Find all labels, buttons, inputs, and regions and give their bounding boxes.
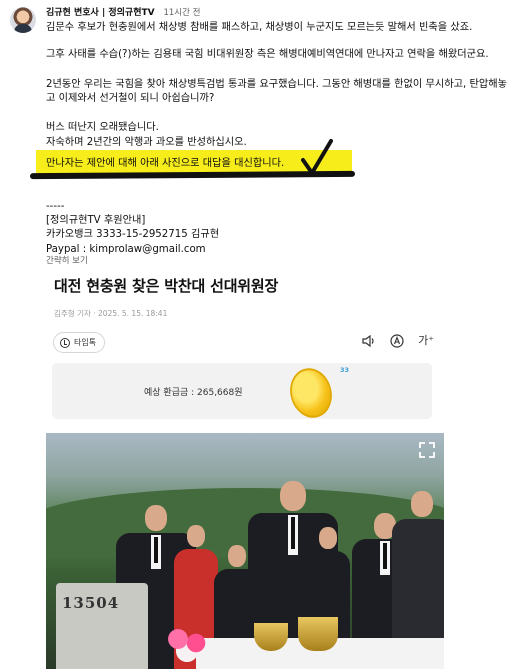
post-meta: 김규현 변호사 | 정의규현TV 11시간 전 <box>46 5 200 18</box>
bank-account: 카카오뱅크 3333-15-2952715 김규현 <box>46 229 220 240</box>
expand-icon[interactable] <box>418 441 436 459</box>
timeline-talk-button[interactable]: 타임톡 <box>53 332 106 353</box>
clock-icon <box>60 337 70 348</box>
refund-banner[interactable]: 예상 환급금 : 265,668원 33 <box>52 363 432 423</box>
speaker-icon[interactable] <box>362 335 376 347</box>
checkmark-icon <box>301 139 333 175</box>
coin-icon <box>284 363 338 423</box>
author-name[interactable]: 김규현 변호사 | 정의규현TV <box>46 8 155 18</box>
article-title: 대전 현충원 찾은 박찬대 선대위원장 <box>54 277 279 295</box>
article-toolbar: 가⁺ <box>362 334 434 348</box>
post-line-6: 자숙하며 2년간의 악행과 과오를 반성하십시오. <box>46 137 247 148</box>
post-line-4: 고 이제와서 선거철이 되니 아쉽습니까? <box>46 93 215 104</box>
post-line-1: 김문수 후보가 현충원에서 채상병 참배를 패스하고, 채상병이 누군지도 모르… <box>46 22 473 33</box>
font-size-button[interactable]: 가⁺ <box>418 334 434 348</box>
comment-post: 김규현 변호사 | 정의규현TV 11시간 전 김문수 후보가 현충원에서 채상… <box>0 0 531 669</box>
gravestone-number: 13504 <box>62 594 120 612</box>
translate-icon[interactable] <box>390 334 404 348</box>
author-avatar[interactable] <box>10 7 36 33</box>
post-line-3: 2년동안 우리는 국힘을 찾아 채상병특검법 통과를 요구했습니다. 그동안 해… <box>46 79 507 90</box>
attached-article[interactable]: 대전 현충원 찾은 박찬대 선대위원장 김주형 기자 · 2025. 5. 15… <box>44 265 444 669</box>
separator-line: ----- <box>46 201 65 212</box>
post-line-2: 그후 사태를 수습(?)하는 김용태 국힘 비대위원장 측은 해병대예비역연대에… <box>46 49 489 60</box>
photo-flowers <box>160 623 220 663</box>
refund-amount: 예상 환급금 : 265,668원 <box>144 388 243 398</box>
article-photo[interactable]: 13504 <box>46 433 444 669</box>
article-byline: 김주형 기자 · 2025. 5. 15. 18:41 <box>54 309 168 318</box>
post-line-5: 버스 떠난지 오래됐습니다. <box>46 122 159 133</box>
photo-urn <box>298 617 338 651</box>
post-line-highlighted: 만나자는 제안에 대해 아래 사진으로 대답을 대신합니다. <box>46 158 285 169</box>
post-time[interactable]: 11시간 전 <box>163 8 200 18</box>
support-title: [정의규현TV 후원안내] <box>46 215 146 226</box>
timeline-talk-label: 타임톡 <box>74 338 97 347</box>
coin-badge: 33 <box>340 366 350 374</box>
